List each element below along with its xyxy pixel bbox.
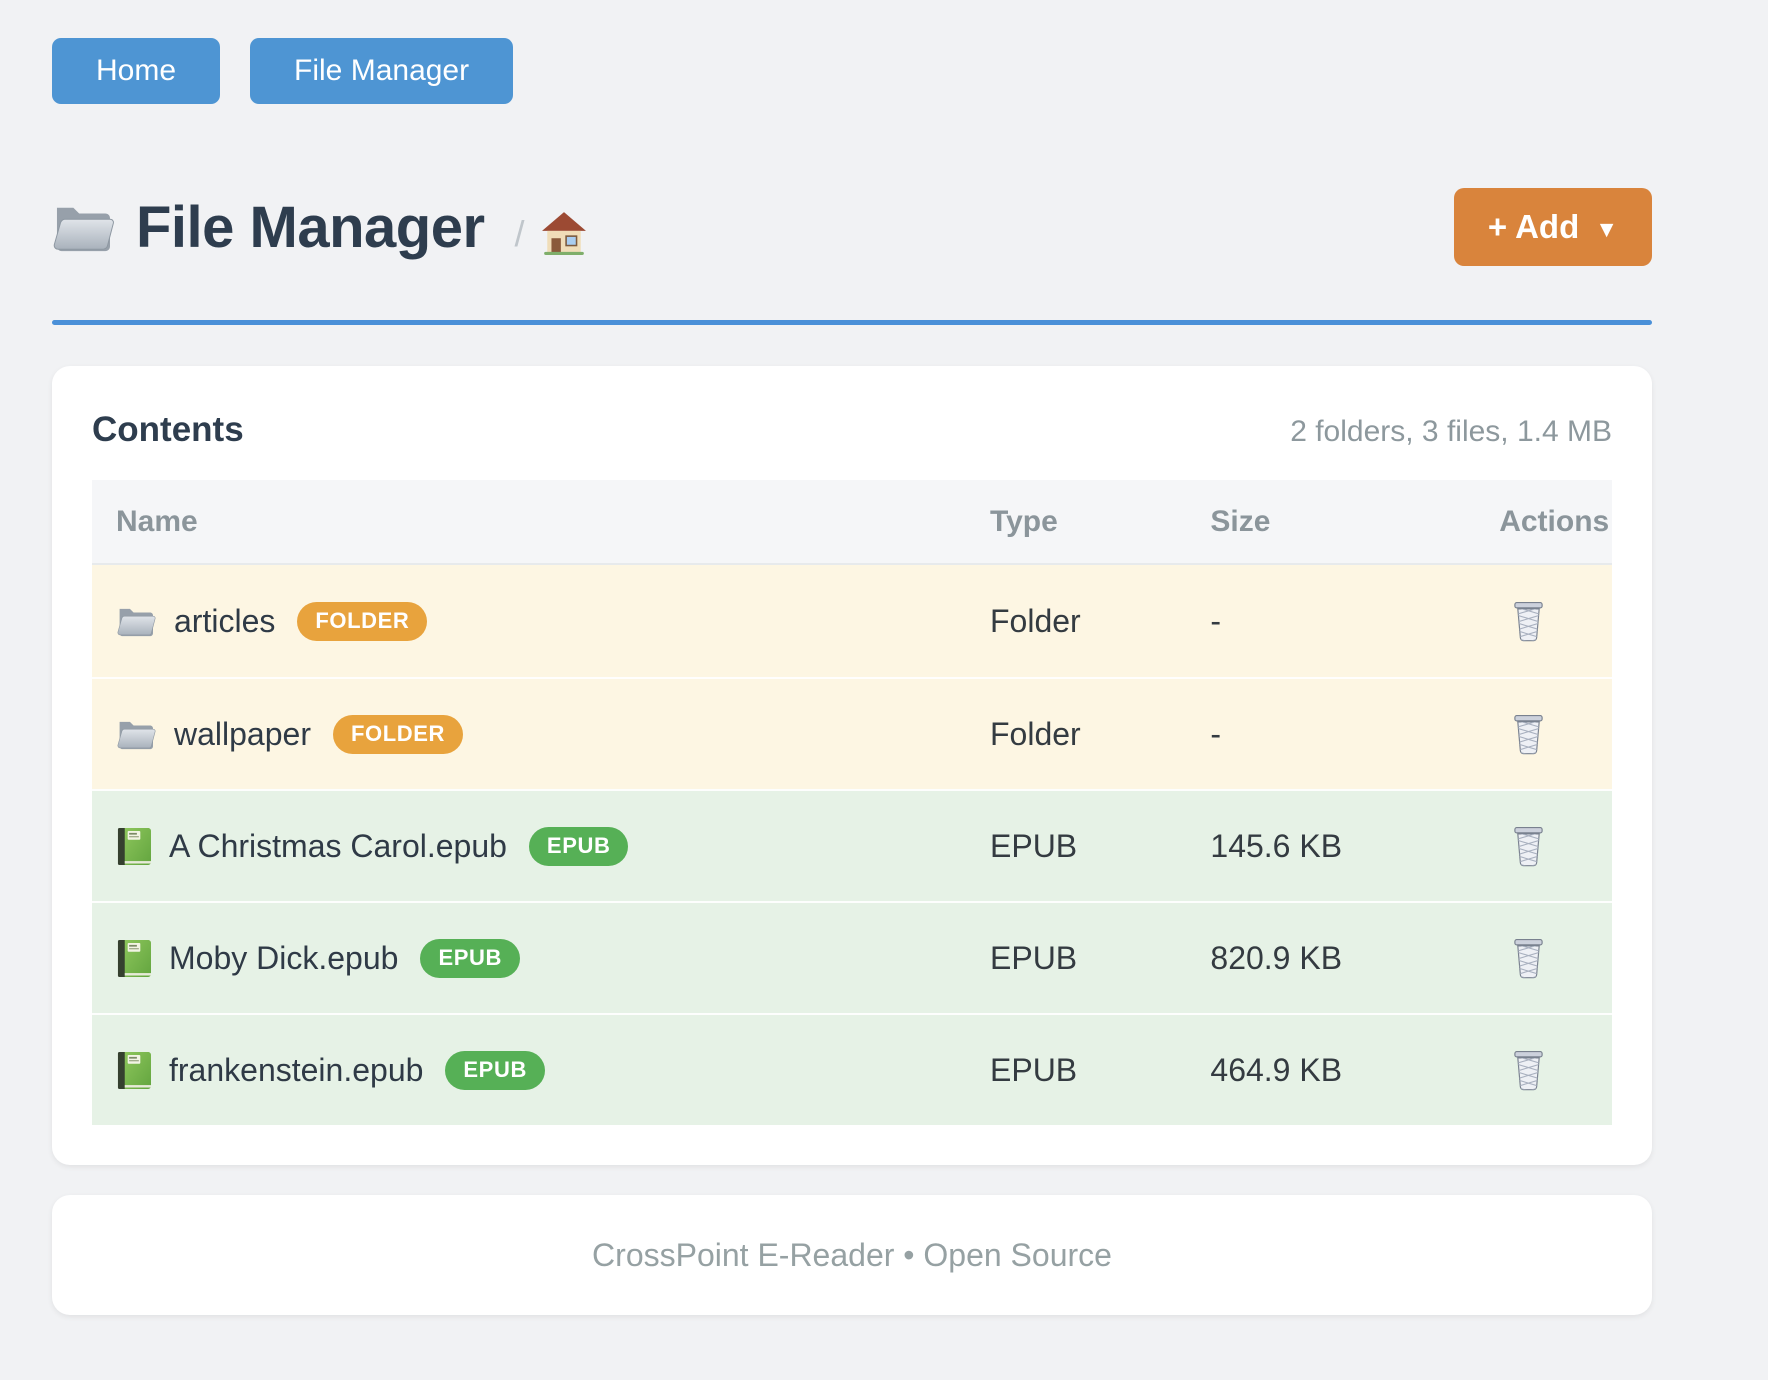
book-icon — [116, 826, 151, 867]
epub-badge: EPUB — [529, 827, 629, 866]
book-icon — [116, 938, 151, 979]
folder-icon — [116, 717, 156, 751]
row-type-cell: Folder — [966, 716, 1186, 753]
row-size-cell: - — [1186, 603, 1475, 640]
footer-text: CrossPoint E-Reader • Open Source — [592, 1237, 1112, 1274]
row-name: articles — [174, 603, 275, 640]
row-size-cell: 145.6 KB — [1186, 828, 1475, 865]
page: Home File Manager File Manager / + Add ▼… — [0, 0, 1768, 1315]
add-button[interactable]: + Add ▼ — [1454, 188, 1652, 266]
row-actions-cell — [1475, 826, 1612, 867]
home-nav-button[interactable]: Home — [52, 38, 220, 104]
folder-badge: FOLDER — [297, 602, 427, 641]
delete-button[interactable] — [1511, 714, 1546, 755]
column-header-actions: Actions — [1475, 505, 1612, 539]
trash-icon — [1511, 714, 1546, 755]
table-row: wallpaper FOLDER Folder - — [92, 677, 1612, 789]
row-size-cell: - — [1186, 716, 1475, 753]
row-actions-cell — [1475, 1050, 1612, 1091]
contents-card: Contents 2 folders, 3 files, 1.4 MB Name… — [52, 366, 1652, 1165]
delete-button[interactable] — [1511, 938, 1546, 979]
epub-badge: EPUB — [445, 1051, 545, 1090]
file-manager-nav-button[interactable]: File Manager — [250, 38, 513, 104]
row-name: A Christmas Carol.epub — [169, 828, 507, 865]
folder-icon — [116, 604, 156, 638]
table-row: Moby Dick.epub EPUB EPUB 820.9 KB — [92, 901, 1612, 1013]
file-table: Name Type Size Actions articles FOLDER F… — [92, 480, 1612, 1125]
delete-button[interactable] — [1511, 601, 1546, 642]
caret-down-icon: ▼ — [1595, 216, 1618, 243]
footer-card: CrossPoint E-Reader • Open Source — [52, 1195, 1652, 1315]
row-type-cell: EPUB — [966, 940, 1186, 977]
row-actions-cell — [1475, 938, 1612, 979]
row-actions-cell — [1475, 601, 1612, 642]
column-header-size: Size — [1186, 505, 1475, 539]
page-title: File Manager — [136, 194, 485, 261]
row-name: wallpaper — [174, 716, 311, 753]
top-navigation: Home File Manager — [52, 38, 1652, 104]
row-name-cell[interactable]: Moby Dick.epub EPUB — [92, 938, 966, 979]
column-header-type: Type — [966, 505, 1186, 539]
trash-icon — [1511, 601, 1546, 642]
row-size-cell: 464.9 KB — [1186, 1052, 1475, 1089]
table-row: articles FOLDER Folder - — [92, 565, 1612, 677]
table-row: A Christmas Carol.epub EPUB EPUB 145.6 K… — [92, 789, 1612, 901]
folder-icon — [52, 200, 114, 254]
book-icon — [116, 1050, 151, 1091]
trash-icon — [1511, 938, 1546, 979]
folder-badge: FOLDER — [333, 715, 463, 754]
delete-button[interactable] — [1511, 1050, 1546, 1091]
contents-card-header: Contents 2 folders, 3 files, 1.4 MB — [92, 410, 1612, 450]
row-type-cell: Folder — [966, 603, 1186, 640]
add-button-label: + Add — [1488, 208, 1579, 246]
breadcrumb-separator: / — [515, 213, 525, 255]
house-icon[interactable] — [541, 210, 587, 256]
table-header-row: Name Type Size Actions — [92, 480, 1612, 565]
delete-button[interactable] — [1511, 826, 1546, 867]
header-divider — [52, 320, 1652, 325]
trash-icon — [1511, 826, 1546, 867]
section-title: Contents — [92, 410, 244, 450]
row-name-cell[interactable]: wallpaper FOLDER — [92, 715, 966, 754]
row-name: frankenstein.epub — [169, 1052, 423, 1089]
page-header: File Manager / + Add ▼ — [52, 188, 1652, 266]
column-header-name: Name — [92, 505, 966, 539]
row-name: Moby Dick.epub — [169, 940, 398, 977]
table-row: frankenstein.epub EPUB EPUB 464.9 KB — [92, 1013, 1612, 1125]
row-type-cell: EPUB — [966, 828, 1186, 865]
epub-badge: EPUB — [420, 939, 520, 978]
contents-summary: 2 folders, 3 files, 1.4 MB — [1290, 415, 1612, 449]
row-type-cell: EPUB — [966, 1052, 1186, 1089]
row-actions-cell — [1475, 714, 1612, 755]
row-name-cell[interactable]: articles FOLDER — [92, 602, 966, 641]
page-title-group: File Manager / — [52, 194, 587, 261]
row-size-cell: 820.9 KB — [1186, 940, 1475, 977]
row-name-cell[interactable]: frankenstein.epub EPUB — [92, 1050, 966, 1091]
trash-icon — [1511, 1050, 1546, 1091]
row-name-cell[interactable]: A Christmas Carol.epub EPUB — [92, 826, 966, 867]
